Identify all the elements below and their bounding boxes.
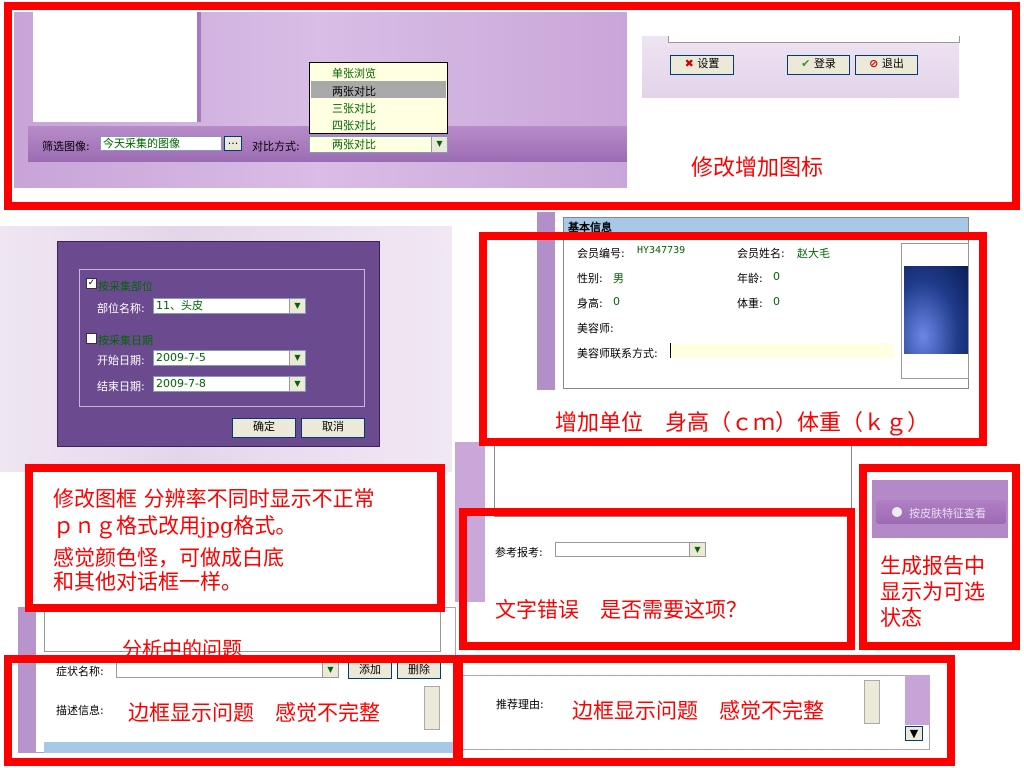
- annotation-box-text-error: [459, 508, 855, 650]
- annotation-text-error: 文字错误 是否需要这项？: [495, 598, 747, 622]
- report-panel: [494, 442, 852, 517]
- annotation-add-icons: 修改增加图标: [691, 156, 824, 181]
- ok-button[interactable]: 确定: [232, 418, 296, 438]
- annotation-border-1: 边框显示问题 感觉不完整: [128, 701, 380, 725]
- annotation-box-top: [4, 2, 1020, 210]
- end-date-select[interactable]: 2009-7-8 ▼: [153, 376, 306, 392]
- by-part-checkbox[interactable]: ✓: [86, 278, 97, 289]
- part-name-label: 部位名称:: [97, 302, 145, 315]
- chevron-down-icon[interactable]: ▼: [289, 299, 305, 313]
- annotation-frame-2: ｐｎｇ格式改用jpg格式。: [53, 514, 297, 538]
- annotation-units: 增加单位 身高（ｃｍ）体重（ｋｇ）: [555, 411, 930, 436]
- start-date-select[interactable]: 2009-7-5 ▼: [153, 350, 306, 366]
- part-name-select[interactable]: 11、头皮 ▼: [153, 298, 306, 314]
- chevron-down-icon[interactable]: ▼: [289, 377, 305, 391]
- end-date-label: 结束日期:: [97, 380, 145, 393]
- annotation-analysis: 分析中的问题: [122, 637, 242, 661]
- bottom-left-inner-box: [44, 607, 441, 652]
- chevron-down-icon[interactable]: ▼: [289, 351, 305, 365]
- start-date-label: 开始日期:: [97, 354, 145, 367]
- annotation-border-2: 边框显示问题 感觉不完整: [572, 699, 824, 723]
- by-part-label: 按采集部位: [98, 280, 153, 293]
- by-date-checkbox[interactable]: [86, 333, 97, 344]
- cancel-button[interactable]: 取消: [301, 418, 365, 438]
- by-date-label: 按采集日期: [98, 334, 153, 347]
- annotation-report-3: 状态: [880, 606, 922, 630]
- annotation-frame-1: 修改图框 分辨率不同时显示不正常: [53, 487, 375, 511]
- annotation-frame-4: 和其他对话框一样。: [53, 570, 242, 594]
